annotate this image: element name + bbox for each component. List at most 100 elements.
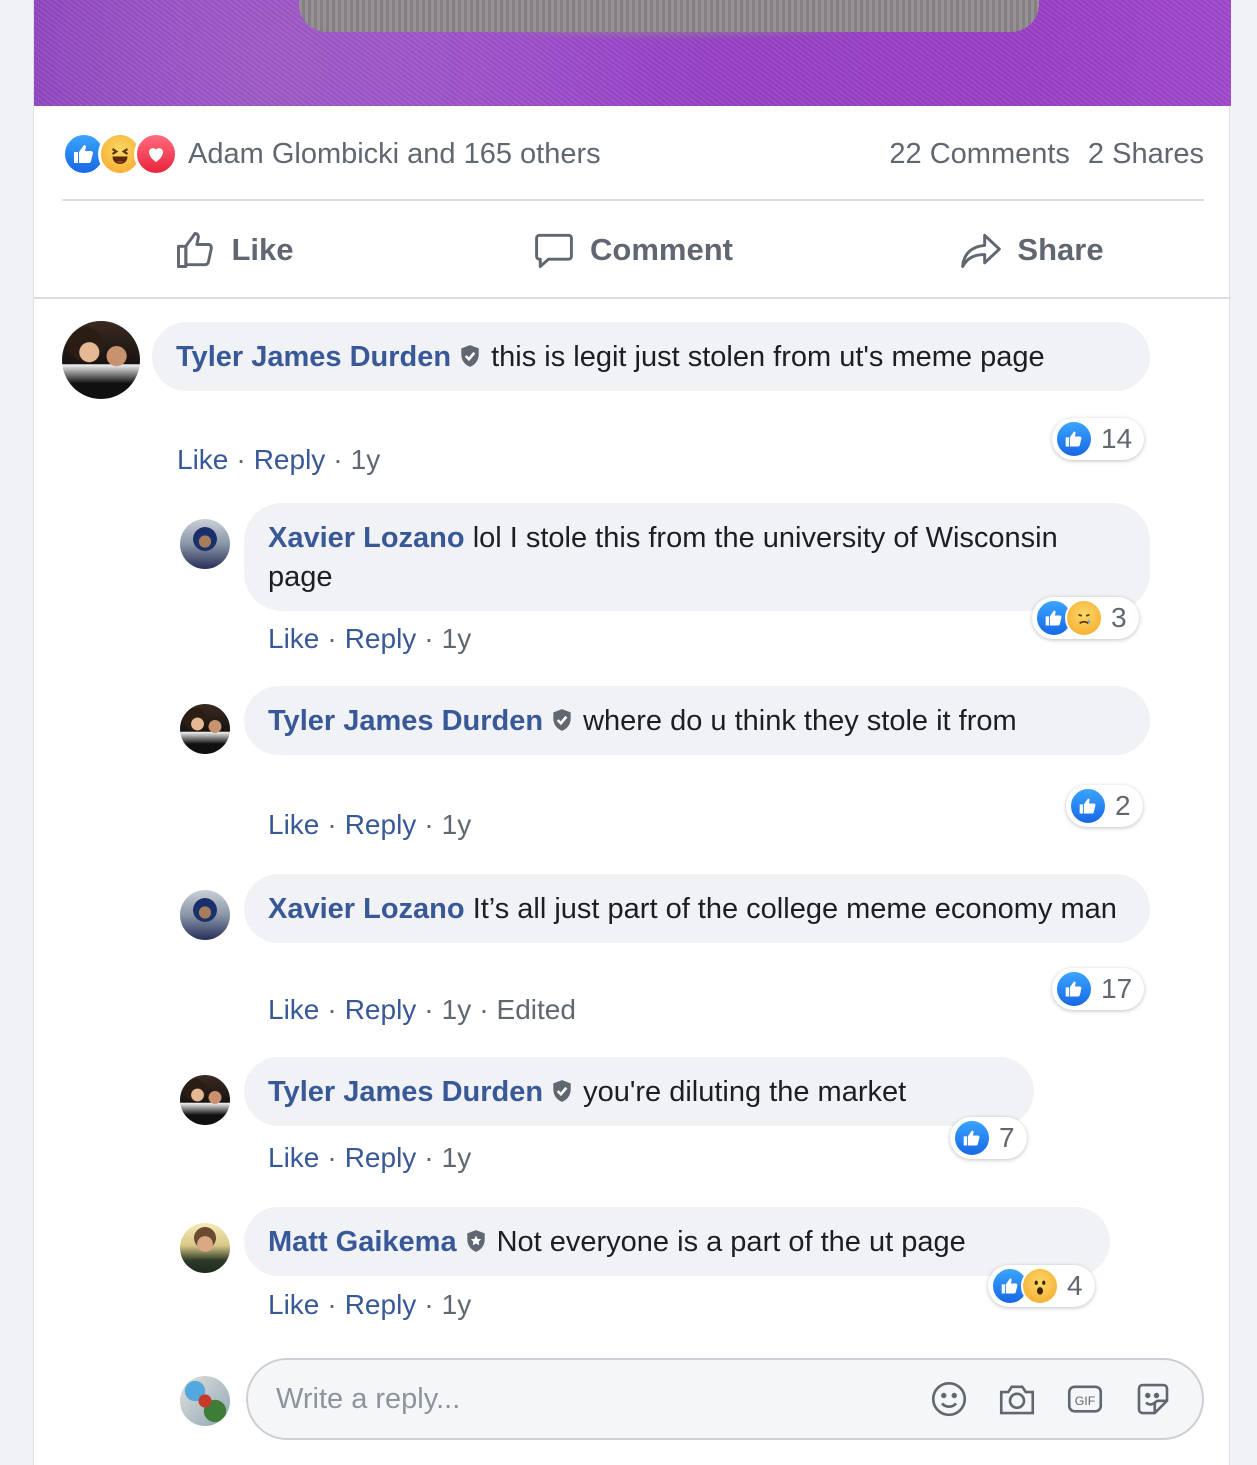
comment-reply-link[interactable]: Reply <box>345 809 417 840</box>
reaction-count: 17 <box>1101 973 1133 1004</box>
comment-reply-link[interactable]: Reply <box>345 994 417 1025</box>
comment-timestamp[interactable]: 1y <box>351 444 381 475</box>
reaction-count: 14 <box>1101 423 1133 454</box>
verified-shield-icon <box>553 1080 571 1102</box>
comment-meta: Like · Reply · 1y · Edited <box>268 994 576 1025</box>
reply-input[interactable] <box>276 1382 928 1416</box>
like-button[interactable]: Like <box>34 212 433 288</box>
comment-bubble: Tyler James Durden where do u think they … <box>244 686 1150 755</box>
comment-timestamp[interactable]: 1y <box>442 809 472 840</box>
reaction-count: 2 <box>1115 790 1131 821</box>
reaction-count: 4 <box>1067 1270 1083 1301</box>
comment-reactions[interactable]: 17 <box>1052 968 1145 1010</box>
avatar[interactable] <box>180 890 230 940</box>
reply-composer: GIF <box>246 1358 1204 1440</box>
badge-star-icon <box>466 1230 485 1252</box>
comment-author[interactable]: Xavier Lozano <box>268 893 465 925</box>
comment-author[interactable]: Matt Gaikema <box>268 1226 457 1258</box>
post-stats-row: Adam Glombicki and 165 others 22 Comment… <box>62 126 1204 182</box>
comment-timestamp[interactable]: 1y <box>442 1142 472 1173</box>
reaction-count: 7 <box>999 1122 1015 1153</box>
comment-reply-link[interactable]: Reply <box>254 444 326 475</box>
comment-timestamp[interactable]: 1y <box>442 623 472 654</box>
comment-meta: Like · Reply · 1y <box>177 444 381 475</box>
comment-author[interactable]: Tyler James Durden <box>176 341 451 373</box>
post-actions-row: Like Comment Share <box>34 212 1231 288</box>
verified-shield-icon <box>553 709 571 731</box>
reactions-summary[interactable]: Adam Glombicki and 165 others <box>62 132 601 176</box>
avatar[interactable] <box>62 321 140 399</box>
like-icon <box>953 1119 991 1157</box>
post-card: Adam Glombicki and 165 others 22 Comment… <box>33 0 1231 1465</box>
reaction-summary-text[interactable]: Adam Glombicki and 165 others <box>188 138 601 171</box>
sad-icon <box>1065 599 1103 637</box>
comment-bubble: Tyler James Durden you're diluting the ma… <box>244 1057 1034 1126</box>
share-arrow-icon <box>961 233 1002 268</box>
comment-meta: Like · Reply · 1y <box>268 623 472 654</box>
comment-bubble: Xavier Lozano It’s all just part of the … <box>244 874 1150 943</box>
wow-icon <box>1021 1267 1059 1305</box>
camera-icon[interactable] <box>996 1378 1038 1420</box>
verified-shield-icon <box>461 345 479 367</box>
love-icon <box>134 132 178 176</box>
avatar[interactable] <box>180 1075 230 1125</box>
comment-like-link[interactable]: Like <box>268 1289 319 1320</box>
comment-bubble: Matt Gaikema Not everyone is a part of th… <box>244 1207 1110 1276</box>
comment-reactions[interactable]: 7 <box>950 1117 1027 1159</box>
comment-like-link[interactable]: Like <box>177 444 228 475</box>
avatar[interactable] <box>180 1223 230 1273</box>
comment-text: It’s all just part of the college meme e… <box>472 893 1117 925</box>
comment-author[interactable]: Tyler James Durden <box>268 1076 543 1108</box>
comment-text: this is legit just stolen from ut's meme… <box>491 341 1045 373</box>
avatar[interactable] <box>180 704 230 754</box>
comment-edited-label[interactable]: Edited <box>497 994 576 1025</box>
comment-bubble-icon <box>535 233 573 268</box>
shares-count[interactable]: 2 Shares <box>1088 138 1204 171</box>
comment-button[interactable]: Comment <box>433 212 832 288</box>
comment-like-link[interactable]: Like <box>268 1142 319 1173</box>
emoji-icon[interactable] <box>928 1378 970 1420</box>
comment-like-link[interactable]: Like <box>268 809 319 840</box>
comment-text: Not everyone is a part of the ut page <box>496 1226 966 1258</box>
reaction-icon-stack <box>62 132 178 176</box>
current-user-avatar[interactable] <box>180 1376 230 1426</box>
comment-button-label: Comment <box>590 232 733 267</box>
comment-bubble: Xavier Lozano lol I stole this from the … <box>244 503 1150 611</box>
thumbs-up-icon <box>177 232 214 268</box>
comment-like-link[interactable]: Like <box>268 623 319 654</box>
comments-count[interactable]: 22 Comments <box>889 138 1070 171</box>
actions-divider <box>34 297 1231 299</box>
like-icon <box>1055 420 1093 458</box>
post-image[interactable] <box>34 0 1231 106</box>
comment-reply-link[interactable]: Reply <box>345 1289 417 1320</box>
post-image-grey-area <box>299 0 1039 32</box>
comment-bubble: Tyler James Durden this is legit just sto… <box>152 322 1150 391</box>
share-button[interactable]: Share <box>832 212 1231 288</box>
comment-reply-link[interactable]: Reply <box>345 1142 417 1173</box>
comment-meta: Like · Reply · 1y <box>268 1142 472 1173</box>
comment-timestamp[interactable]: 1y <box>442 994 472 1025</box>
comment-author[interactable]: Tyler James Durden <box>268 705 543 737</box>
comment-reply-link[interactable]: Reply <box>345 623 417 654</box>
comment-timestamp[interactable]: 1y <box>442 1289 472 1320</box>
comment-reactions[interactable]: 4 <box>988 1265 1095 1307</box>
comment-text: where do u think they stole it from <box>583 705 1017 737</box>
share-button-label: Share <box>1017 232 1104 267</box>
comment-author[interactable]: Xavier Lozano <box>268 522 465 554</box>
comment-like-link[interactable]: Like <box>268 994 319 1025</box>
reply-tools: GIF <box>928 1378 1174 1420</box>
comment-reactions[interactable]: 2 <box>1066 785 1143 827</box>
svg-text:GIF: GIF <box>1075 1394 1095 1408</box>
reaction-count: 3 <box>1111 602 1127 633</box>
sticker-icon[interactable] <box>1132 1378 1174 1420</box>
comment-reactions[interactable]: 3 <box>1032 597 1139 639</box>
avatar[interactable] <box>180 519 230 569</box>
comment-meta: Like · Reply · 1y <box>268 809 472 840</box>
post-counts: 22 Comments 2 Shares <box>889 138 1204 171</box>
like-icon <box>1069 787 1107 825</box>
like-icon <box>1055 970 1093 1008</box>
comment-meta: Like · Reply · 1y <box>268 1289 472 1320</box>
gif-icon[interactable]: GIF <box>1064 1378 1106 1420</box>
comment-reactions[interactable]: 14 <box>1052 418 1145 460</box>
comment-text: you're diluting the market <box>583 1076 907 1108</box>
